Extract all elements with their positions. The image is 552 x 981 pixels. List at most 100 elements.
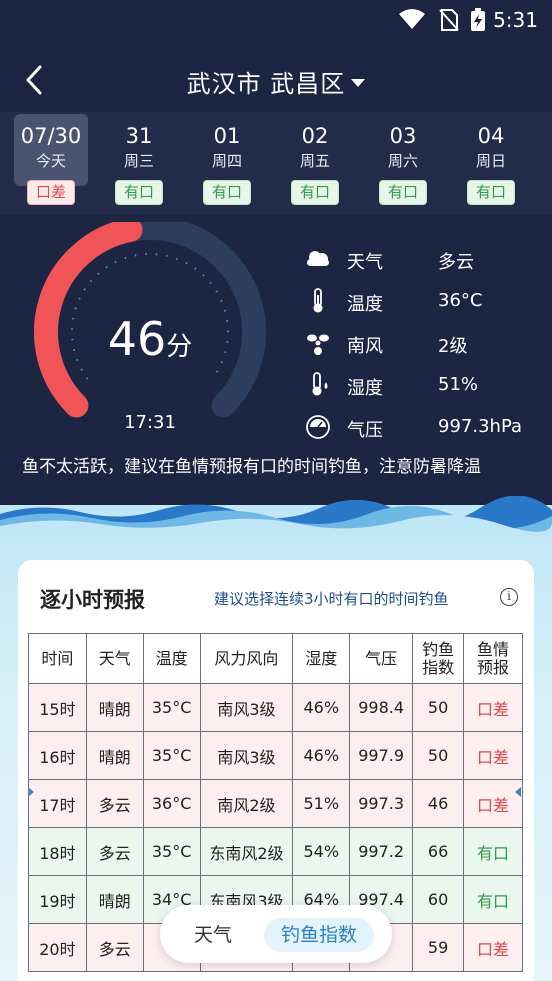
cell-temp: 35°C [142,731,201,780]
cell-pressure: 997.9 [349,731,414,780]
fishing-status-badge: 口差 [27,180,75,205]
cell-status: 口差 [463,923,523,972]
cell-weather: 多云 [85,827,144,876]
date-tab[interactable]: 04 周日 [454,114,528,186]
cell-pressure: 998.4 [349,683,414,732]
weekday-label: 今天 [35,152,66,170]
wind-value: 2级 [438,336,468,357]
cell-index: 50 [412,731,465,780]
cell-weather: 晴朗 [85,683,144,732]
column-header: 钓鱼指数 [412,633,465,684]
cell-weather: 多云 [85,923,144,972]
cell-index: 59 [412,923,465,972]
date-tab[interactable]: 03 周六 [366,114,440,186]
wifi-icon [399,9,425,29]
humidity-value: 51% [438,374,479,395]
column-header: 风力风向 [199,633,294,684]
date-tab[interactable]: 01 周四 [190,114,264,186]
score-unit: 分 [166,332,193,362]
bottom-tab-bar: 天气 钓鱼指数 [160,905,392,963]
date-label: 01 [213,124,241,148]
cell-status: 口差 [463,683,523,732]
cloud-icon [307,251,329,266]
current-hour-marker-right [515,787,521,797]
fishing-status-badge: 有口 [291,180,339,205]
fishing-status-badge: 有口 [467,180,515,205]
score-value: 46 [107,312,167,366]
weather-row: 天气 多云 [304,244,544,274]
tab-fishing-index[interactable]: 钓鱼指数 [264,918,374,952]
date-tab[interactable]: 07/30 今天 [14,114,88,186]
weather-value: 多云 [438,252,474,273]
temperature-value: 36°C [438,290,483,311]
cell-index: 60 [412,875,465,924]
cell-wind: 南风3级 [199,683,294,732]
cell-weather: 晴朗 [85,731,144,780]
weekday-label: 周五 [299,152,330,170]
date-label: 03 [389,124,417,148]
tab-weather[interactable]: 天气 [176,918,250,952]
weekday-label: 周三 [123,152,154,170]
cell-time: 17时 [28,779,87,828]
table-row: 15时 晴朗 35°C 南风3级 46% 998.4 50 口差 [28,683,523,732]
header: 武汉市 武昌区 [0,50,552,112]
card-hint: 建议选择连续3小时有口的时间钓鱼 [214,590,449,608]
pressure-value: 997.3hPa [438,416,523,437]
info-icon[interactable]: i [500,588,518,606]
pressure-row: 气压 997.3hPa [304,412,544,442]
weekday-label: 周四 [211,152,242,170]
table-row: 18时 多云 35°C 东南风2级 54% 997.2 66 有口 [28,827,523,876]
fishing-score: 46分 [30,312,270,366]
cell-time: 15时 [28,683,87,732]
score-time: 17:31 [124,412,176,433]
cell-index: 46 [412,779,465,828]
fishing-status-badge: 有口 [379,180,427,205]
no-sim-icon [439,9,459,31]
cell-wind: 东南风2级 [199,827,294,876]
table-row: 16时 晴朗 35°C 南风3级 46% 997.9 50 口差 [28,731,523,780]
wave-decoration [0,496,552,536]
cell-time: 19时 [28,875,87,924]
column-header: 气压 [349,633,414,684]
fishing-status-badge: 有口 [115,180,163,205]
cell-pressure: 997.3 [349,779,414,828]
cell-time: 18时 [28,827,87,876]
temperature-row: 温度 36°C [304,286,544,316]
status-bar: 5:31 [0,0,552,40]
location-selector[interactable]: 武汉市 武昌区 [0,64,552,99]
date-label: 04 [477,124,505,148]
cell-temp: 35°C [142,683,201,732]
column-header: 湿度 [292,633,351,684]
card-title: 逐小时预报 [40,588,145,612]
column-header: 时间 [28,633,87,684]
cell-wind: 南风2级 [199,779,294,828]
wind-label: 南风 [347,336,383,357]
table-header: 时间 天气 温度 风力风向 湿度 气压 钓鱼指数 鱼情预报 [28,633,523,684]
fishing-advice: 鱼不太活跃，建议在鱼情预报有口的时间钓鱼，注意防暑降温 [22,457,481,477]
weekday-label: 周日 [475,152,506,170]
clock: 5:31 [493,8,538,32]
date-strip: 07/30 今天 口差 31 周三 有口 01 周四 有口 02 周五 有口 03 周六 有口 04 周日 有口 [0,112,552,214]
cell-humidity: 46% [292,683,351,732]
column-header: 温度 [142,633,201,684]
temperature-label: 温度 [347,294,383,315]
column-header: 天气 [85,633,144,684]
humidity-row: 湿度 51% [304,370,544,400]
humidity-icon [312,372,328,396]
cell-wind: 南风3级 [199,731,294,780]
cell-temp: 35°C [142,827,201,876]
cell-humidity: 51% [292,779,351,828]
column-header: 鱼情预报 [463,633,523,684]
cell-pressure: 997.2 [349,827,414,876]
cell-status: 口差 [463,731,523,780]
date-tab[interactable]: 02 周五 [278,114,352,186]
date-label: 02 [301,124,329,148]
chevron-down-icon [351,79,366,87]
cell-status: 有口 [463,827,523,876]
date-tab[interactable]: 31 周三 [102,114,176,186]
cell-time: 20时 [28,923,87,972]
thermometer-icon [313,288,323,313]
pressure-label: 气压 [347,420,383,441]
date-label: 07/30 [20,124,82,148]
table-row: 17时 多云 36°C 南风2级 51% 997.3 46 口差 [28,779,523,828]
